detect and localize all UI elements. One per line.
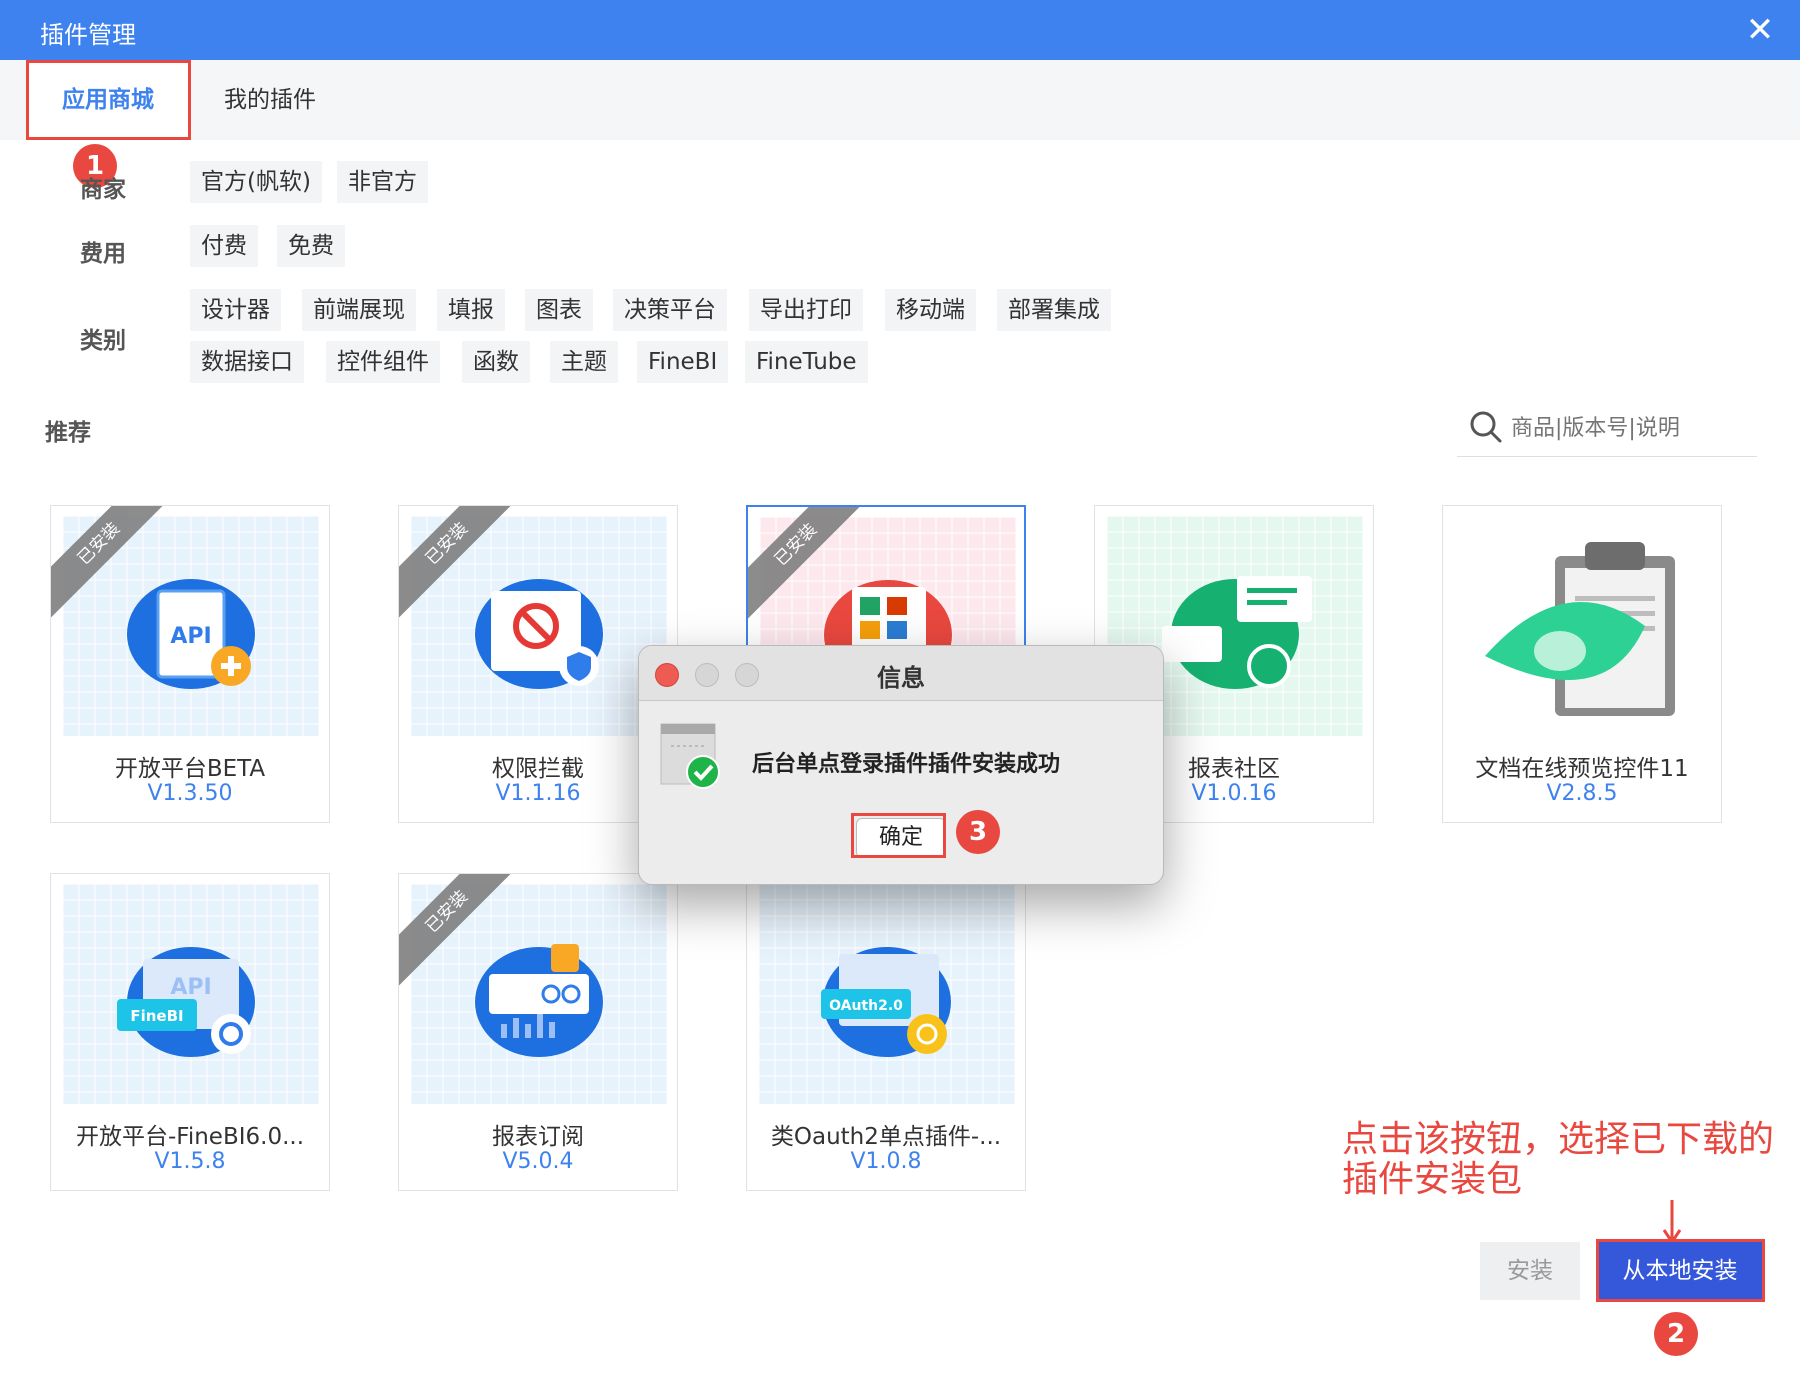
search-box[interactable] bbox=[1457, 400, 1757, 457]
plugin-name: 文档在线预览控件11 bbox=[1475, 756, 1689, 782]
chip-official[interactable]: 官方(帆软) bbox=[190, 161, 322, 203]
window-title: 插件管理 bbox=[40, 21, 136, 49]
dialog-title: 信息 bbox=[877, 664, 925, 692]
plugin-card[interactable]: API 已安装 开放平台BETA V1.3.50 bbox=[50, 505, 330, 823]
chip-deploy[interactable]: 部署集成 bbox=[997, 289, 1111, 331]
svg-text:OAuth2.0: OAuth2.0 bbox=[829, 998, 903, 1014]
filter-label-fee: 费用 bbox=[80, 241, 126, 267]
plugin-version: V1.3.50 bbox=[147, 781, 233, 806]
chip-export-print[interactable]: 导出打印 bbox=[749, 289, 863, 331]
chip-designer[interactable]: 设计器 bbox=[190, 289, 281, 331]
svg-text:FineBI: FineBI bbox=[130, 1007, 183, 1025]
plugin-name: 权限拦截 bbox=[492, 756, 584, 782]
arrow-down-icon bbox=[1662, 1200, 1682, 1244]
plugin-name: 开放平台-FineBI6.0... bbox=[75, 1124, 305, 1150]
filter-label-category: 类别 bbox=[80, 328, 126, 354]
step-badge-3: 3 bbox=[956, 810, 1000, 854]
close-icon[interactable]: ✕ bbox=[1740, 10, 1780, 50]
finebi-api-icon: API FineBI bbox=[63, 884, 319, 1104]
svg-text:API: API bbox=[170, 624, 211, 649]
plugin-version: V1.0.8 bbox=[850, 1149, 922, 1174]
svg-text:API: API bbox=[170, 975, 211, 1000]
plugin-name: 报表订阅 bbox=[492, 1124, 584, 1150]
plugin-card[interactable]: 已安装 报表订阅 V5.0.4 bbox=[398, 873, 678, 1191]
chip-frontend[interactable]: 前端展现 bbox=[302, 289, 416, 331]
search-icon bbox=[1470, 411, 1502, 443]
plugin-name: 类Oauth2单点插件-... bbox=[770, 1124, 1002, 1150]
plugin-card[interactable]: API FineBI 开放平台-FineBI6.0... V1.5.8 bbox=[50, 873, 330, 1191]
document-eye-icon bbox=[1455, 516, 1711, 736]
highlight-box-tab bbox=[26, 60, 191, 140]
chip-finetube[interactable]: FineTube bbox=[745, 341, 868, 383]
highlight-box-ok bbox=[851, 813, 946, 858]
chip-data-interface[interactable]: 数据接口 bbox=[190, 341, 304, 383]
chip-chart[interactable]: 图表 bbox=[525, 289, 593, 331]
oauth2-icon: OAuth2.0 bbox=[759, 884, 1015, 1104]
chip-function[interactable]: 函数 bbox=[462, 341, 530, 383]
install-button[interactable]: 安装 bbox=[1480, 1242, 1580, 1300]
window-titlebar: 插件管理 ✕ bbox=[0, 0, 1800, 60]
chip-unofficial[interactable]: 非官方 bbox=[337, 161, 428, 203]
section-recommended: 推荐 bbox=[45, 420, 91, 446]
chip-decision-platform[interactable]: 决策平台 bbox=[613, 289, 727, 331]
chip-fill[interactable]: 填报 bbox=[437, 289, 505, 331]
highlight-box-local-install bbox=[1596, 1239, 1765, 1302]
chip-paid[interactable]: 付费 bbox=[190, 225, 258, 267]
plugin-card[interactable]: 文档在线预览控件11 V2.8.5 bbox=[1442, 505, 1722, 823]
chip-mobile[interactable]: 移动端 bbox=[885, 289, 976, 331]
search-input[interactable] bbox=[1509, 408, 1753, 448]
plugin-version: V1.1.16 bbox=[495, 781, 581, 806]
tab-bar: 应用商城 我的插件 bbox=[0, 60, 1800, 140]
success-check-icon bbox=[660, 723, 720, 789]
plugin-name: 开放平台BETA bbox=[114, 756, 266, 782]
plugin-version: V5.0.4 bbox=[502, 1149, 574, 1174]
filter-label-vendor: 商家 bbox=[80, 177, 126, 203]
step-badge-2: 2 bbox=[1654, 1312, 1698, 1356]
chip-free[interactable]: 免费 bbox=[277, 225, 345, 267]
chip-widgets[interactable]: 控件组件 bbox=[326, 341, 440, 383]
dialog-message: 后台单点登录插件插件安装成功 bbox=[752, 752, 1061, 777]
plugin-card[interactable]: OAuth2.0 类Oauth2单点插件-... V1.0.8 bbox=[746, 873, 1026, 1191]
plugin-card[interactable]: 已安装 权限拦截 V1.1.16 bbox=[398, 505, 678, 823]
plugin-version: V1.5.8 bbox=[154, 1149, 226, 1174]
plugin-version: V2.8.5 bbox=[1546, 781, 1618, 806]
dialog-header: 信息 bbox=[639, 646, 1163, 701]
chip-finebi[interactable]: FineBI bbox=[637, 341, 729, 383]
annotation-text: 点击该按钮，选择已下载的插件安装包 bbox=[1342, 1119, 1775, 1200]
chip-theme[interactable]: 主题 bbox=[550, 341, 618, 383]
tab-my-plugins[interactable]: 我的插件 bbox=[224, 60, 316, 140]
